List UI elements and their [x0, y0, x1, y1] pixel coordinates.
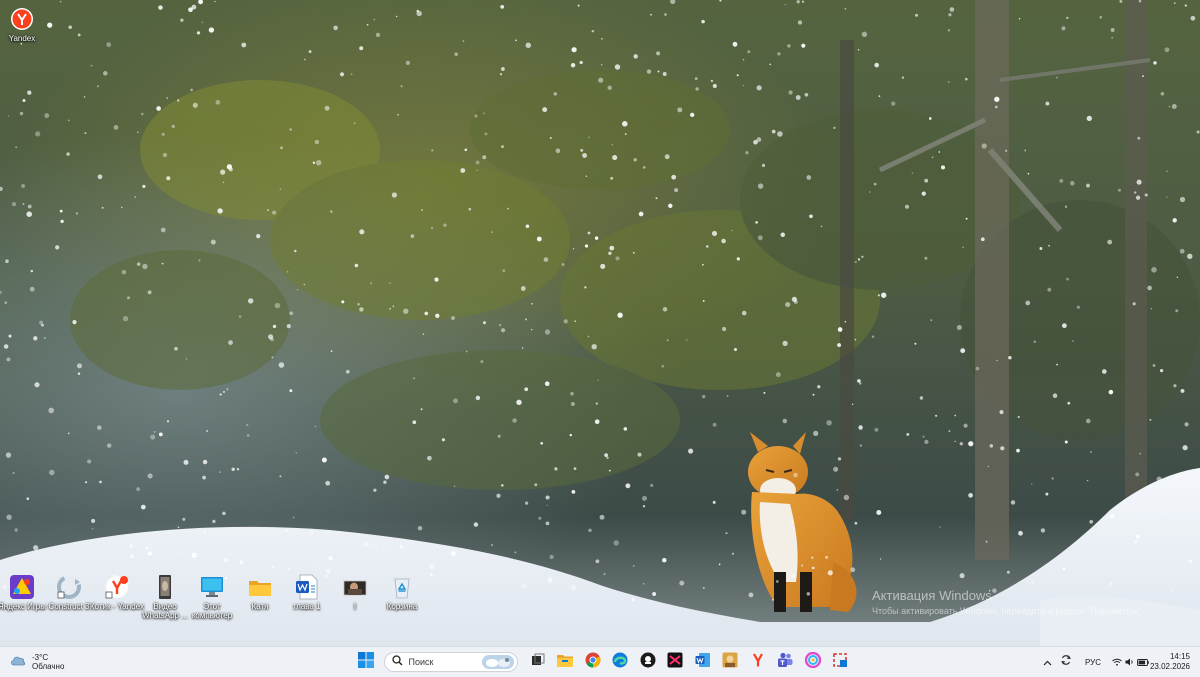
this-pc-icon [199, 574, 225, 600]
taskbar-app-capcut[interactable] [663, 650, 687, 674]
construct-3-icon [56, 574, 82, 600]
edge-icon [612, 652, 628, 673]
start-button[interactable] [354, 650, 378, 674]
folder-icon [247, 574, 273, 600]
watermark-subtitle: Чтобы активировать Windows, перейдите в … [872, 606, 1144, 616]
battery-icon [1136, 653, 1149, 671]
task-view-icon [531, 653, 545, 672]
language-label: РУС [1084, 657, 1102, 667]
chevron-up-icon [1043, 653, 1052, 671]
taskbar-app-teams[interactable] [773, 650, 797, 674]
photos-icon [722, 652, 738, 673]
desktop-icon-label: Yandex [8, 34, 36, 43]
language-indicator[interactable]: РУС [1080, 647, 1106, 677]
desktop-icon-label: Корзина [386, 602, 418, 611]
word-document-icon [294, 574, 320, 600]
taskbar: -3°C Облачно Поиск РУС 14:15 23.02.2026 [0, 646, 1200, 677]
yandex-browser-icon [9, 6, 35, 32]
activation-watermark: Активация Windows Чтобы активировать Win… [872, 588, 1144, 616]
yandex-games-icon [9, 574, 35, 600]
tray-sync-button[interactable] [1058, 647, 1074, 677]
file-explorer-icon [557, 653, 573, 672]
windows-start-icon [358, 651, 374, 673]
clock-time: 14:15 [1169, 652, 1190, 661]
sync-icon [1060, 653, 1072, 671]
word-icon [695, 652, 711, 673]
taskbar-app-colorful[interactable] [801, 650, 825, 674]
tray-overflow-button[interactable] [1040, 647, 1054, 677]
weather-condition: Облачно [32, 662, 65, 671]
speaker-icon [1125, 653, 1134, 671]
taskbar-app-chrome[interactable] [581, 650, 605, 674]
weather-widget[interactable]: -3°C Облачно [10, 653, 64, 671]
taskbar-app-yandex[interactable] [746, 650, 770, 674]
weather-temp: -3°C [32, 653, 49, 662]
taskbar-app-file-explorer[interactable] [553, 650, 577, 674]
wifi-icon [1111, 653, 1122, 671]
search-placeholder: Поиск [408, 657, 434, 667]
app-icon [640, 652, 656, 673]
search-highlight-icon [481, 655, 514, 674]
snipping-tool-icon [832, 652, 848, 673]
teams-icon [777, 652, 793, 673]
taskbar-app-snipping-tool[interactable] [828, 650, 852, 674]
taskbar-center: Поиск [354, 650, 856, 674]
clock-date: 23.02.2026 [1149, 662, 1190, 671]
taskbar-app-word[interactable] [691, 650, 715, 674]
desktop-wallpaper [0, 0, 1200, 646]
image-file-icon [342, 574, 368, 600]
desktop-icon-recycle-bin[interactable]: Корзина [374, 574, 430, 611]
cloud-icon [10, 653, 26, 671]
search-icon [391, 653, 403, 671]
yandex-browser-icon [750, 652, 766, 673]
capcut-icon [667, 652, 683, 673]
watermark-title: Активация Windows [872, 588, 992, 603]
taskbar-app-photos[interactable] [718, 650, 742, 674]
desktop-icon-yandex[interactable]: Yandex [0, 6, 50, 43]
quick-settings-button[interactable] [1110, 647, 1150, 677]
search-box[interactable]: Поиск [383, 652, 518, 674]
yandex-browser-icon [104, 574, 130, 600]
clock[interactable]: 14:15 23.02.2026 [1150, 652, 1190, 672]
app-icon [804, 651, 821, 673]
taskbar-app-dark[interactable] [636, 650, 660, 674]
task-view-button[interactable] [526, 650, 550, 674]
video-file-icon [152, 574, 178, 600]
taskbar-app-edge[interactable] [608, 650, 632, 674]
chrome-icon [585, 652, 601, 673]
recycle-bin-icon [389, 574, 415, 600]
